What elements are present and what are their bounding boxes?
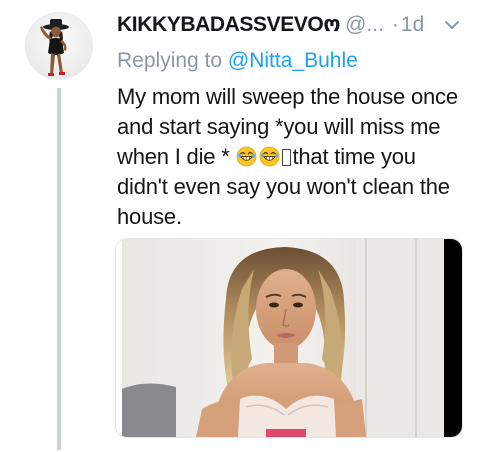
missing-glyph-box bbox=[282, 149, 292, 166]
tweet-text-line-with-emoji: when I die * that time you bbox=[117, 142, 472, 172]
display-name[interactable]: KIKKYBADASSVEVOო bbox=[117, 13, 340, 36]
tweet-text-segment: when I die * bbox=[117, 144, 236, 169]
tweet-text-line: house. bbox=[117, 204, 182, 229]
tweet-text-line: didn't even say you won't clean the bbox=[117, 174, 450, 199]
user-handle[interactable]: @... bbox=[345, 13, 384, 36]
tweet-header: KIKKYBADASSVEVOო @... ·1d bbox=[117, 10, 467, 40]
timestamp[interactable]: 1d bbox=[401, 13, 424, 36]
tweet: KIKKYBADASSVEVOო @... ·1d Replying to @Nit… bbox=[0, 0, 480, 452]
tweet-text-segment: that time you bbox=[292, 144, 416, 169]
chevron-down-icon[interactable] bbox=[444, 19, 460, 31]
user-avatar[interactable] bbox=[25, 12, 93, 80]
replying-to: Replying to @Nitta_Buhle bbox=[117, 46, 358, 76]
grinning-face-with-tears-emoji-icon bbox=[237, 146, 257, 167]
thread-line bbox=[57, 88, 61, 450]
tweet-text-line: and start saying *you will miss me bbox=[117, 114, 441, 139]
tweet-text: My mom will sweep the house once and sta… bbox=[117, 82, 472, 232]
tweet-text-line: My mom will sweep the house once bbox=[117, 84, 458, 109]
tweet-media-image[interactable] bbox=[115, 238, 463, 438]
grinning-face-with-tears-emoji-icon bbox=[260, 146, 280, 167]
reply-mention-link[interactable]: @Nitta_Buhle bbox=[228, 49, 358, 72]
separator-dot: · bbox=[391, 13, 399, 36]
replying-prefix: Replying to bbox=[117, 49, 228, 72]
